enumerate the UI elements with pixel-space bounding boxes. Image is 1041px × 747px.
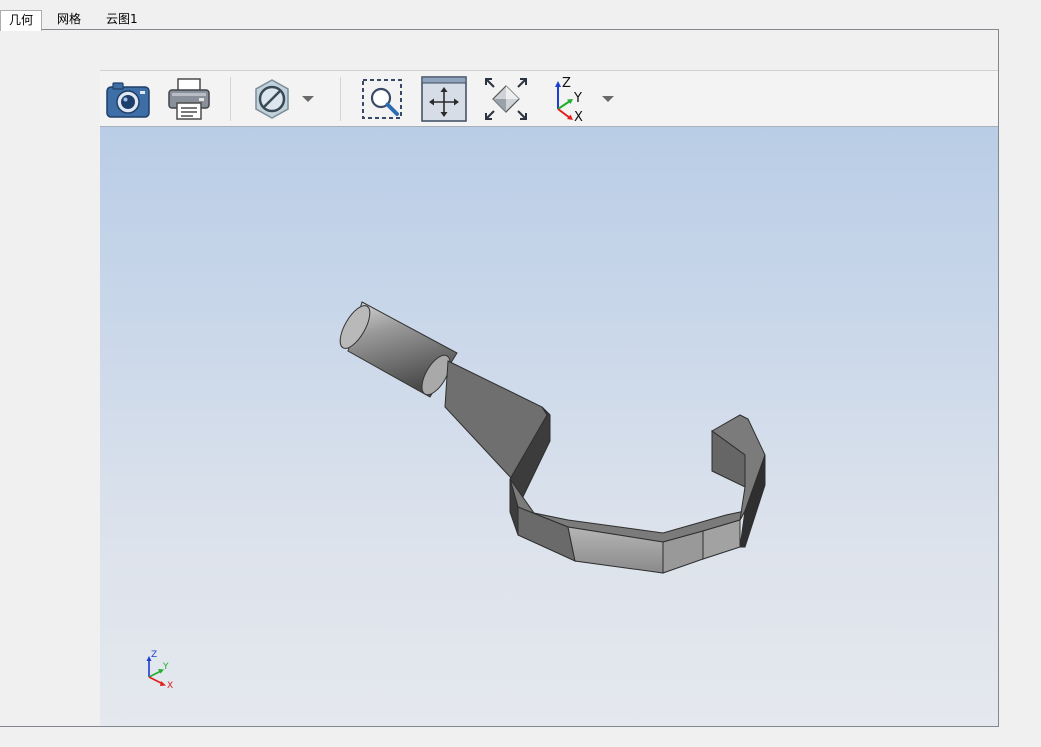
fit-view-button[interactable] bbox=[482, 75, 530, 123]
svg-text:X: X bbox=[167, 681, 173, 691]
camera-icon bbox=[106, 82, 150, 118]
svg-text:Z: Z bbox=[562, 76, 571, 91]
axis-view-dropdown[interactable] bbox=[594, 75, 622, 123]
svg-text:X: X bbox=[574, 110, 583, 123]
hook-model[interactable] bbox=[100, 127, 998, 726]
tab-mesh[interactable]: 网格 bbox=[49, 10, 89, 29]
pan-button[interactable] bbox=[420, 75, 468, 123]
section-disabled-icon bbox=[255, 79, 289, 119]
3d-viewer: Z Y X Z Y X bbox=[100, 70, 998, 726]
chevron-down-icon bbox=[302, 96, 314, 102]
viewport-canvas[interactable]: Z Y X bbox=[100, 127, 998, 726]
svg-text:Y: Y bbox=[573, 91, 582, 106]
tab-contour[interactable]: 云图1 bbox=[98, 10, 146, 29]
svg-text:Y: Y bbox=[162, 662, 169, 672]
printer-icon bbox=[168, 78, 210, 120]
orientation-triad: Z Y X bbox=[146, 650, 173, 691]
svg-text:Z: Z bbox=[151, 650, 157, 660]
tab-bar: 几何 网格 云图1 bbox=[0, 10, 1041, 31]
zoom-region-button[interactable] bbox=[358, 75, 406, 123]
toolbar-separator bbox=[230, 77, 231, 121]
section-dropdown[interactable] bbox=[294, 75, 322, 123]
fit-view-icon bbox=[485, 78, 527, 120]
chevron-down-icon bbox=[602, 96, 614, 102]
toolbar-separator bbox=[340, 77, 341, 121]
axis-view-icon: Z Y X bbox=[555, 76, 583, 123]
viewer-toolbar: Z Y X bbox=[100, 71, 998, 127]
print-button[interactable] bbox=[165, 75, 213, 123]
zoom-region-icon bbox=[362, 79, 402, 119]
pan-icon bbox=[421, 76, 467, 122]
axis-view-button[interactable]: Z Y X bbox=[544, 75, 592, 123]
screenshot-button[interactable] bbox=[104, 75, 152, 123]
section-button[interactable] bbox=[248, 75, 296, 123]
tab-geometry[interactable]: 几何 bbox=[0, 10, 43, 31]
